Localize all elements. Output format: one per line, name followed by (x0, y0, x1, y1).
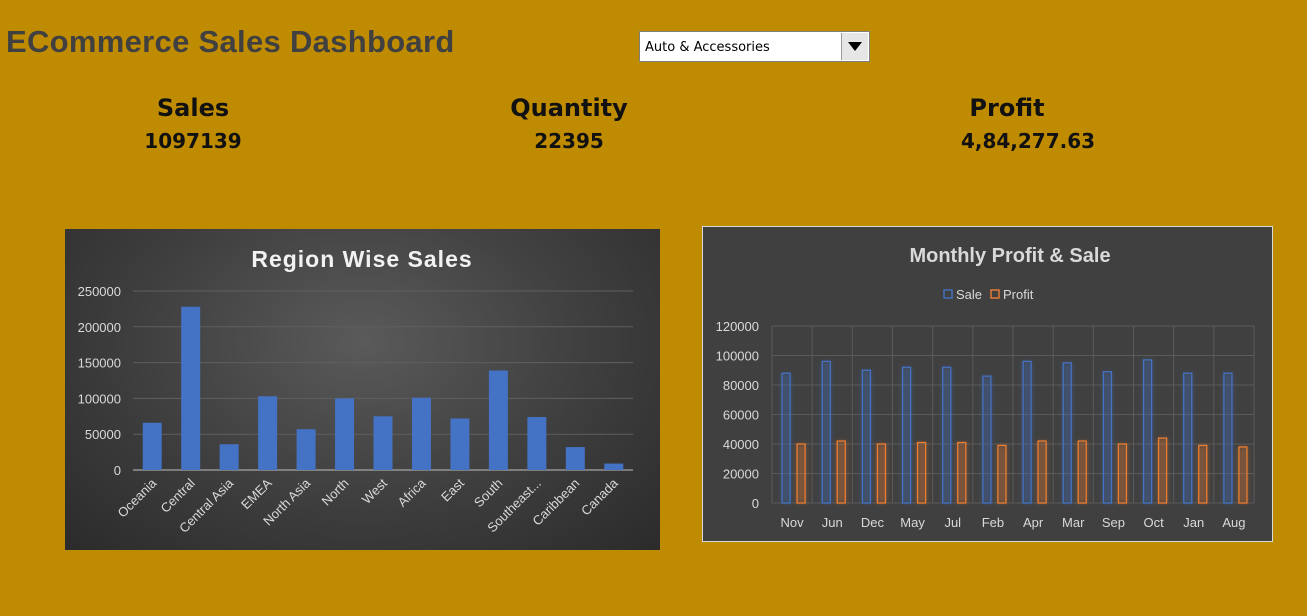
region-sales-chart-svg: Region Wise Sales 0 50000 100000 150000 20000… (78, 246, 633, 536)
kpi-profit-label: Profit (969, 94, 1045, 122)
monthly-profit-sale-chart[interactable]: Monthly Profit & Sale Sale Profit 0 20000 400… (702, 226, 1273, 542)
dropdown-selected-value: Auto & Accessories (645, 40, 770, 55)
kpi-quantity-value: 22395 (534, 129, 604, 153)
y-tick-label: 60000 (723, 408, 759, 423)
x-tick-label: Jan (1183, 515, 1204, 530)
legend-sale-label: Sale (956, 287, 982, 302)
y-tick-label: 40000 (723, 437, 759, 452)
y-tick-label: 200000 (78, 320, 121, 335)
y-tick-label: 100000 (716, 349, 759, 364)
x-tick-label: Nov (781, 515, 805, 530)
y-tick-label: 250000 (78, 284, 121, 299)
monthly-profit-sale-chart-svg: Monthly Profit & Sale Sale Profit 0 20000 400… (716, 245, 1255, 530)
region-sales-chart[interactable]: Region Wise Sales 0 50000 100000 150000 20000… (65, 229, 660, 550)
y-tick-label: 20000 (723, 467, 759, 482)
bar-north-asia (296, 429, 316, 470)
x-tick-label: Dec (861, 515, 885, 530)
category-filter-dropdown[interactable]: Auto & Accessories (639, 31, 870, 62)
y-tick-label: 80000 (723, 378, 759, 393)
kpi-sales-value: 1097139 (144, 129, 242, 153)
x-tick-label: North (319, 476, 352, 509)
y-tick-label: 120000 (716, 319, 759, 334)
x-tick-label: South (471, 476, 506, 511)
legend-sale-swatch (943, 289, 953, 299)
legend-profit-swatch (990, 289, 1000, 299)
bar-emea (258, 396, 278, 470)
bar-central (181, 306, 201, 470)
chart-title: Region Wise Sales (251, 246, 472, 272)
x-tick-label: Oceania (115, 475, 160, 520)
kpi-sales-label: Sales (156, 94, 230, 122)
x-tick-label: Aug (1222, 515, 1245, 530)
bar-africa (411, 397, 431, 470)
y-tick-label: 100000 (78, 391, 121, 406)
x-tick-label: Jun (822, 515, 843, 530)
y-tick-label: 0 (114, 463, 121, 478)
x-tick-label: Oct (1143, 515, 1164, 530)
y-tick-label: 0 (752, 496, 759, 511)
y-tick-label: 50000 (85, 427, 121, 442)
bar-south (488, 370, 508, 470)
dashboard-title: ECommerce Sales Dashboard (6, 24, 455, 59)
legend-profit-label: Profit (1003, 287, 1034, 302)
triangle-down-icon (848, 41, 862, 51)
chart-title: Monthly Profit & Sale (909, 245, 1110, 267)
x-tick-label: East (438, 475, 467, 504)
bar-oceania (142, 422, 162, 470)
x-tick-label: Africa (394, 475, 429, 510)
kpi-profit-value: 4,84,277.63 (960, 129, 1096, 153)
y-tick-label: 150000 (78, 356, 121, 371)
x-tick-label: Apr (1023, 515, 1044, 530)
x-tick-label: Feb (982, 515, 1004, 530)
x-tick-label: Sep (1102, 515, 1125, 530)
bar-north (335, 398, 355, 470)
x-tick-label: May (900, 515, 925, 530)
x-tick-label: Canada (578, 475, 621, 518)
x-tick-label: EMEA (238, 475, 275, 512)
bar-canada (604, 463, 624, 470)
bar-caribbean (565, 447, 585, 470)
bar-central-asia (219, 444, 239, 470)
bar-east (450, 418, 470, 470)
x-tick-label: Jul (944, 515, 961, 530)
x-tick-label: West (359, 475, 391, 507)
x-tick-label: Mar (1062, 515, 1085, 530)
bar-west (373, 416, 393, 470)
bar-southeast (527, 417, 547, 470)
dropdown-arrow-button[interactable] (841, 33, 868, 60)
kpi-quantity-label: Quantity (510, 94, 628, 122)
